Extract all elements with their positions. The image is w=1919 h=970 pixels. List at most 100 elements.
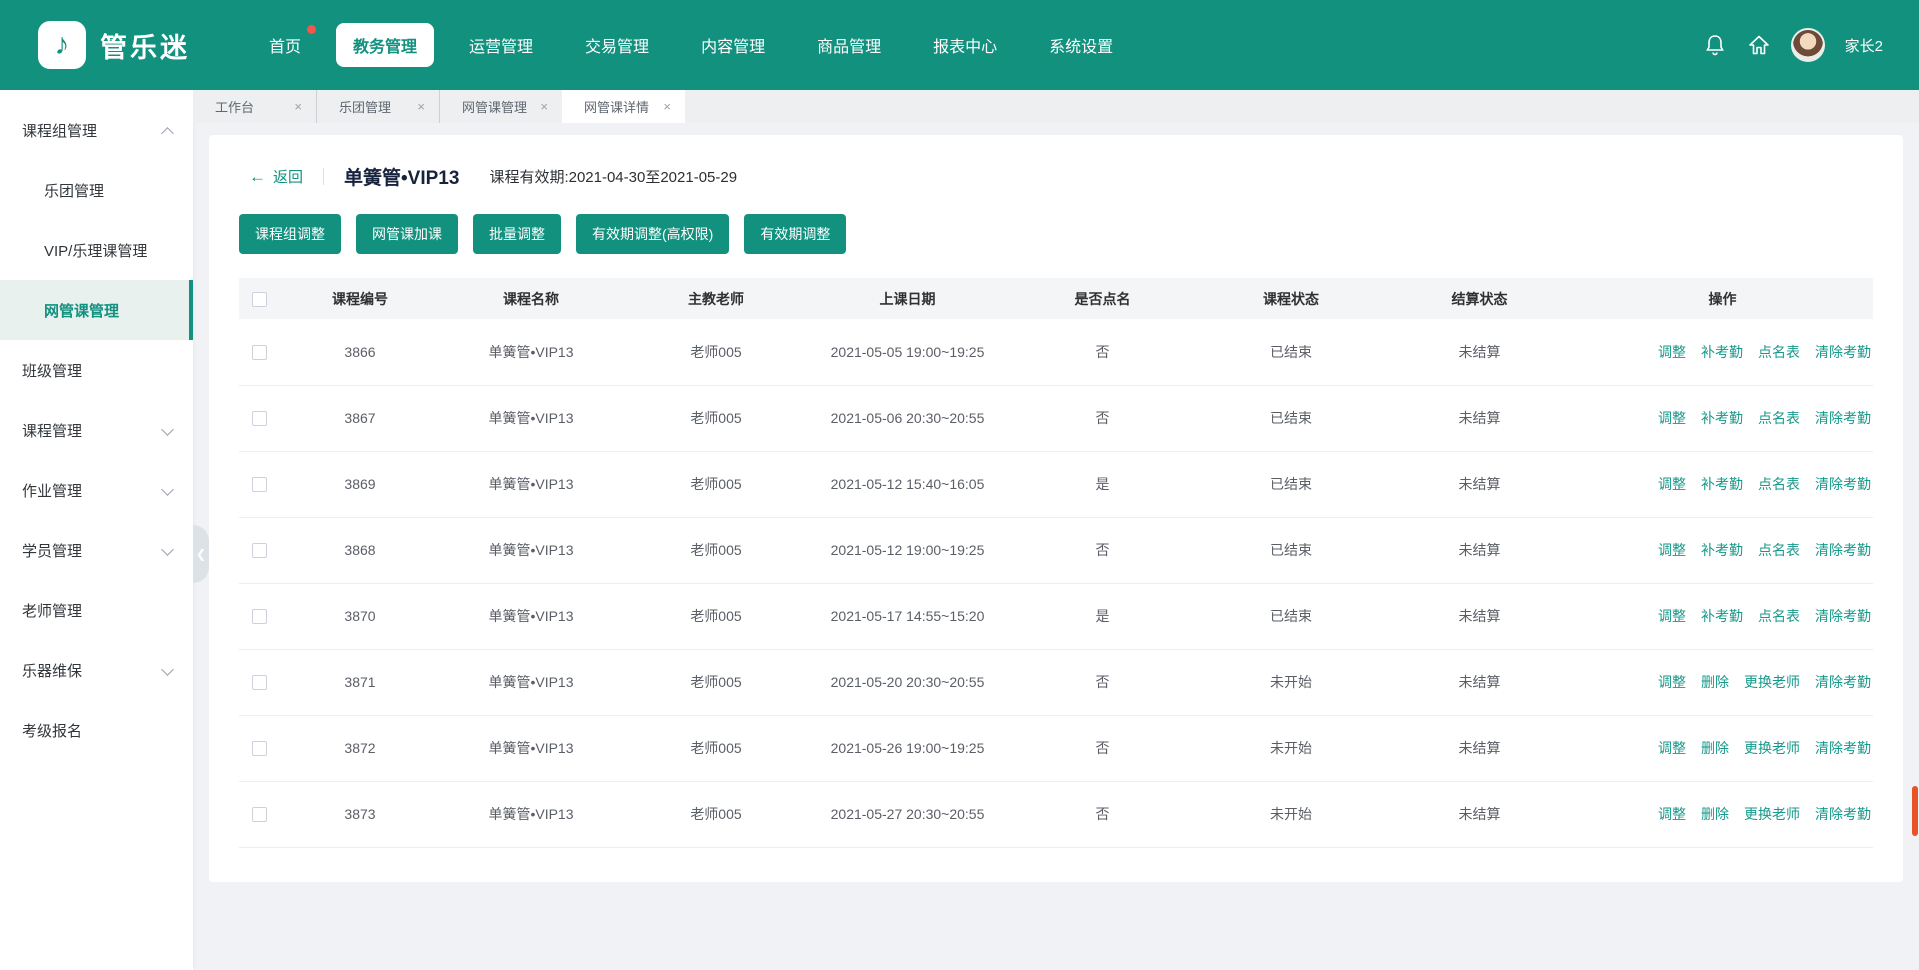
action-link-2[interactable]: 补考勤 [1701, 344, 1743, 360]
row-actions: 调整删除更换老师清除考勤 [1572, 715, 1873, 781]
nav-item-transactions[interactable]: 交易管理 [568, 23, 666, 67]
row-checkbox[interactable] [252, 345, 267, 360]
row-checkbox[interactable] [252, 477, 267, 492]
action-link-3[interactable]: 点名表 [1758, 476, 1800, 492]
action-link-2[interactable]: 删除 [1701, 740, 1729, 756]
action-link-2[interactable]: 删除 [1701, 806, 1729, 822]
col-course-status: 课程状态 [1195, 278, 1387, 319]
row-checkbox[interactable] [252, 741, 267, 756]
validity-adjust-button[interactable]: 有效期调整 [744, 214, 846, 254]
action-link-2[interactable]: 补考勤 [1701, 542, 1743, 558]
action-link-1[interactable]: 调整 [1658, 542, 1686, 558]
close-icon[interactable]: × [540, 100, 548, 113]
action-link-4[interactable]: 清除考勤 [1815, 740, 1871, 756]
action-link-2[interactable]: 补考勤 [1701, 608, 1743, 624]
action-link-4[interactable]: 清除考勤 [1815, 476, 1871, 492]
cell-course-status: 未开始 [1195, 781, 1387, 847]
tab-online-class-detail[interactable]: 网管课详情 × [562, 90, 685, 123]
col-course-id: 课程编号 [285, 278, 435, 319]
nav-item-content[interactable]: 内容管理 [684, 23, 782, 67]
action-link-4[interactable]: 清除考勤 [1815, 674, 1871, 690]
bell-icon[interactable] [1703, 33, 1727, 57]
sidebar-item-homework-mgmt[interactable]: 作业管理 [0, 460, 193, 520]
sidebar-collapse-handle[interactable]: ❮ [193, 525, 209, 583]
nav-item-settings[interactable]: 系统设置 [1032, 23, 1130, 67]
sidebar-item-student-mgmt[interactable]: 学员管理 [0, 520, 193, 580]
tab-workbench[interactable]: 工作台 × [193, 90, 316, 123]
action-link-4[interactable]: 清除考勤 [1815, 410, 1871, 426]
tab-label: 乐团管理 [339, 97, 391, 116]
action-link-1[interactable]: 调整 [1658, 740, 1686, 756]
home-icon[interactable] [1747, 33, 1771, 57]
validity-adjust-high-perm-button[interactable]: 有效期调整(高权限) [576, 214, 729, 254]
sidebar-item-course-mgmt[interactable]: 课程管理 [0, 400, 193, 460]
cell-date: 2021-05-20 20:30~20:55 [805, 649, 1010, 715]
scrollbar-thumb[interactable] [1912, 786, 1918, 836]
action-link-3[interactable]: 点名表 [1758, 410, 1800, 426]
row-actions: 调整补考勤点名表清除考勤 [1572, 517, 1873, 583]
action-link-3[interactable]: 更换老师 [1744, 740, 1800, 756]
action-link-2[interactable]: 删除 [1701, 674, 1729, 690]
nav-label: 交易管理 [585, 39, 649, 56]
sidebar-item-vip-theory-mgmt[interactable]: VIP/乐理课管理 [0, 220, 193, 280]
cell-teacher: 老师005 [627, 649, 805, 715]
batch-adjust-button[interactable]: 批量调整 [473, 214, 561, 254]
tab-orchestra-mgmt[interactable]: 乐团管理 × [316, 90, 439, 123]
action-link-1[interactable]: 调整 [1658, 806, 1686, 822]
close-icon[interactable]: × [663, 100, 671, 113]
cell-course-name: 单簧管•VIP13 [435, 385, 627, 451]
cell-teacher: 老师005 [627, 451, 805, 517]
action-link-3[interactable]: 点名表 [1758, 608, 1800, 624]
sidebar-item-label: 课程管理 [22, 420, 82, 441]
sidebar-item-label: 老师管理 [22, 600, 82, 621]
sidebar-item-orchestra-mgmt[interactable]: 乐团管理 [0, 160, 193, 220]
add-online-class-button[interactable]: 网管课加课 [356, 214, 458, 254]
action-link-3[interactable]: 点名表 [1758, 344, 1800, 360]
cell-teacher: 老师005 [627, 385, 805, 451]
action-link-4[interactable]: 清除考勤 [1815, 542, 1871, 558]
select-all-checkbox[interactable] [252, 292, 267, 307]
action-link-1[interactable]: 调整 [1658, 410, 1686, 426]
nav-item-operations[interactable]: 运营管理 [452, 23, 550, 67]
avatar[interactable] [1791, 28, 1825, 62]
nav-item-reports[interactable]: 报表中心 [916, 23, 1014, 67]
close-icon[interactable]: × [294, 100, 302, 113]
action-link-1[interactable]: 调整 [1658, 476, 1686, 492]
cell-roll-call: 否 [1010, 649, 1195, 715]
nav-item-academic[interactable]: 教务管理 [336, 23, 434, 67]
user-name[interactable]: 家长2 [1845, 35, 1883, 56]
adjust-course-group-button[interactable]: 课程组调整 [239, 214, 341, 254]
action-link-1[interactable]: 调整 [1658, 674, 1686, 690]
action-link-2[interactable]: 补考勤 [1701, 476, 1743, 492]
action-link-3[interactable]: 点名表 [1758, 542, 1800, 558]
action-link-3[interactable]: 更换老师 [1744, 806, 1800, 822]
row-checkbox[interactable] [252, 675, 267, 690]
sidebar-item-class-mgmt[interactable]: 班级管理 [0, 340, 193, 400]
row-checkbox[interactable] [252, 807, 267, 822]
action-link-1[interactable]: 调整 [1658, 344, 1686, 360]
action-link-1[interactable]: 调整 [1658, 608, 1686, 624]
cell-course-id: 3866 [285, 319, 435, 385]
row-checkbox[interactable] [252, 609, 267, 624]
cell-settle-status: 未结算 [1387, 781, 1572, 847]
nav-item-home[interactable]: 首页 [252, 23, 318, 67]
action-link-4[interactable]: 清除考勤 [1815, 806, 1871, 822]
row-checkbox[interactable] [252, 411, 267, 426]
nav-label: 运营管理 [469, 39, 533, 56]
sidebar-item-instrument-maintenance[interactable]: 乐器维保 [0, 640, 193, 700]
action-link-4[interactable]: 清除考勤 [1815, 344, 1871, 360]
nav-item-products[interactable]: 商品管理 [800, 23, 898, 67]
sidebar-item-course-group-mgmt[interactable]: 课程组管理 [0, 100, 193, 160]
close-icon[interactable]: × [417, 100, 425, 113]
sidebar-item-teacher-mgmt[interactable]: 老师管理 [0, 580, 193, 640]
back-button[interactable]: ← 返回 [249, 166, 303, 187]
row-checkbox[interactable] [252, 543, 267, 558]
action-link-3[interactable]: 更换老师 [1744, 674, 1800, 690]
sidebar-item-exam-registration[interactable]: 考级报名 [0, 700, 193, 760]
cell-course-id: 3869 [285, 451, 435, 517]
sidebar-item-online-class-mgmt[interactable]: 网管课管理 [0, 280, 193, 340]
action-link-2[interactable]: 补考勤 [1701, 410, 1743, 426]
cell-roll-call: 是 [1010, 583, 1195, 649]
tab-online-class-mgmt[interactable]: 网管课管理 × [439, 90, 562, 123]
action-link-4[interactable]: 清除考勤 [1815, 608, 1871, 624]
